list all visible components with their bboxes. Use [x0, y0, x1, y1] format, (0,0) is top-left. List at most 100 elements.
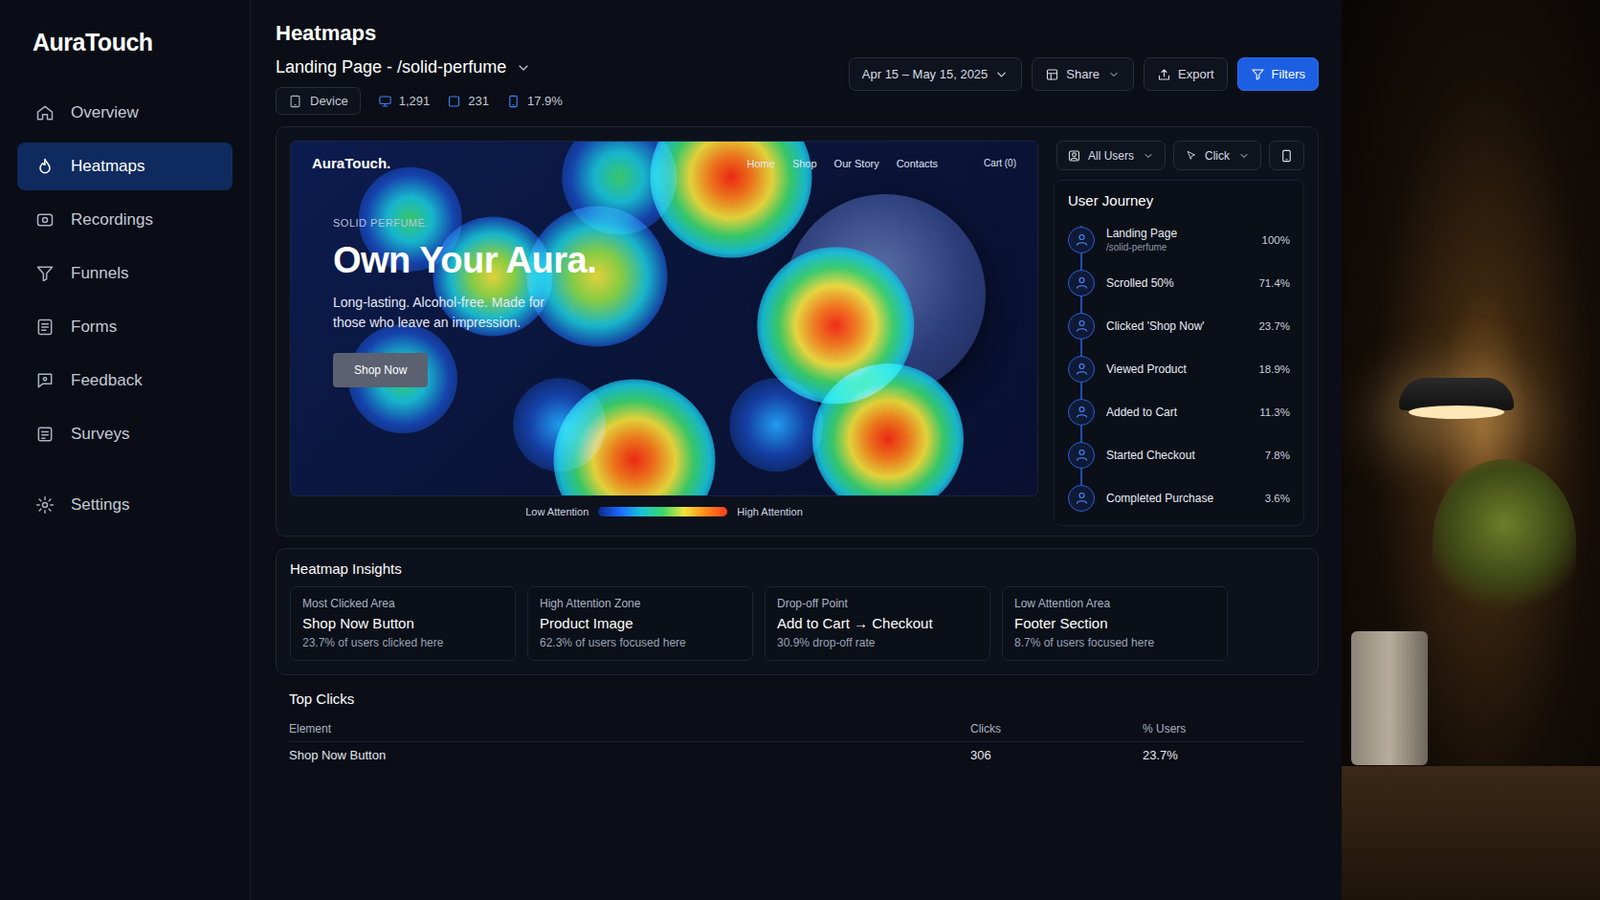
sidebar-label: Settings — [70, 495, 130, 515]
stats-row: Device1,29123117.9% — [275, 87, 563, 115]
shop-now-button[interactable]: Shop Now — [333, 353, 428, 388]
journey-step[interactable]: Scrolled 50%71.4% — [1067, 261, 1290, 305]
toolbar-left: Landing Page - /solid-perfume Device 1,291… — [275, 57, 563, 115]
segment-select[interactable]: All Users — [1056, 140, 1166, 171]
sidebar-label: Feedback — [70, 371, 143, 391]
heatmap-insights: Heatmap Insights Most Clicked AreaShop No… — [275, 548, 1319, 676]
top-clicks-title: Top Clicks — [288, 690, 1306, 708]
journey-step[interactable]: Completed Purchase3.6% — [1067, 476, 1290, 520]
step-value: 7.8% — [1265, 449, 1290, 462]
sidebar-item[interactable]: Funnels — [17, 249, 233, 298]
preview-hero: SOLID PERFUME.Own Your Aura.Long-lasting… — [290, 184, 1038, 396]
date-range[interactable]: Apr 15 – May 15, 2025 — [848, 57, 1023, 91]
mode-select[interactable]: Click — [1173, 140, 1262, 171]
sidebar-item[interactable]: Recordings — [17, 196, 233, 245]
page-select[interactable]: Landing Page - /solid-perfume — [275, 57, 563, 78]
insights-title: Heatmap Insights — [289, 560, 1305, 578]
step-text: Viewed Product — [1106, 362, 1247, 377]
step-label: Viewed Product — [1106, 362, 1247, 377]
funnel-icon — [34, 263, 56, 285]
chevron-down-icon — [515, 60, 532, 76]
share-button[interactable]: Share — [1031, 57, 1134, 91]
journey-step[interactable]: Started Checkout 7.8% — [1067, 433, 1290, 477]
journey-column: All Users Click User Journey Landing Page/s… — [1053, 140, 1305, 527]
step-value: 23.7% — [1258, 320, 1290, 333]
mobile-icon — [506, 93, 521, 109]
preview-nav-link[interactable]: Contacts — [896, 157, 938, 170]
sidebar-item[interactable]: Settings — [17, 481, 233, 530]
mode-label: Click — [1204, 149, 1230, 163]
journey-title: User Journey — [1067, 192, 1290, 209]
survey-icon — [34, 423, 56, 445]
export-label: Export — [1177, 66, 1215, 82]
preview-logo[interactable]: AuraTouch. — [311, 155, 391, 172]
preview-nav-link[interactable]: Our Story — [834, 157, 880, 170]
date-label: Apr 15 – May 15, 2025 — [862, 66, 989, 82]
preview-headline: Own Your Aura. — [333, 240, 766, 282]
flame-icon — [34, 155, 56, 178]
journey-step[interactable]: Viewed Product18.9% — [1067, 347, 1290, 391]
desktop-icon — [377, 93, 393, 109]
person-icon — [1067, 226, 1095, 254]
journey-step[interactable]: Landing Page/solid-perfume100% — [1067, 218, 1290, 262]
preview-nav-link[interactable]: Shop — [792, 157, 818, 170]
preview-cart[interactable]: Cart (0) — [983, 157, 1017, 169]
chevron-down-icon — [1236, 148, 1251, 163]
person-icon — [1067, 442, 1095, 469]
share-label: Share — [1066, 66, 1100, 82]
filters-button[interactable]: Filters — [1237, 57, 1319, 91]
step-sub: /solid-perfume — [1106, 242, 1251, 253]
sidebar-item[interactable]: Forms — [17, 303, 233, 352]
preview-nav-link[interactable]: Home — [747, 157, 776, 170]
toolbar-right: Apr 15 – May 15, 2025 Share Export Filters — [848, 57, 1319, 91]
filter-icon — [1250, 66, 1266, 82]
app-logo[interactable]: AuraTouch — [32, 28, 233, 57]
table-header: ElementClicks% Users — [288, 716, 1306, 743]
preview-nav: AuraTouch. Home Shop Our Story Contacts Cart … — [290, 141, 1038, 185]
sidebar-item[interactable]: Feedback — [17, 356, 233, 405]
export-button[interactable]: Export — [1143, 57, 1228, 91]
user-journey: User Journey Landing Page/solid-perfume10… — [1053, 179, 1305, 527]
sidebar-item[interactable]: Heatmaps — [17, 142, 233, 191]
journey-step[interactable]: Clicked 'Shop Now'23.7% — [1067, 304, 1290, 348]
page-title: Heatmaps — [275, 21, 1319, 46]
main-content: Heatmaps Landing Page - /solid-perfume Dev… — [250, 0, 1342, 900]
step-label: Started Checkout — [1106, 448, 1254, 463]
export-icon — [1156, 66, 1172, 82]
plant — [1432, 459, 1577, 623]
heatmap-controls: All Users Click — [1053, 140, 1305, 171]
step-text: Scrolled 50% — [1106, 276, 1247, 290]
insight-detail: 23.7% of users clicked here — [302, 636, 504, 650]
journey-step[interactable]: Added to Cart11.3% — [1067, 390, 1290, 434]
sidebar: AuraTouch Overview Heatmaps Recordings Funne… — [0, 0, 251, 900]
insight-caption: Low Attention Area — [1014, 597, 1216, 611]
person-icon — [1067, 399, 1095, 426]
insight-detail: 62.3% of users focused here — [539, 636, 741, 650]
pot — [1351, 631, 1428, 766]
video-icon — [34, 209, 56, 231]
insight-card: Most Clicked AreaShop Now Button23.7% of… — [289, 586, 516, 662]
stat-value: 1,291 — [399, 93, 431, 109]
table-cell: 23.7% — [1142, 748, 1306, 763]
table-row[interactable]: Shop Now Button30623.7% — [288, 742, 1306, 769]
device-filter[interactable]: Device — [275, 87, 361, 115]
step-text: Landing Page/solid-perfume — [1106, 226, 1251, 253]
sidebar-item[interactable]: Surveys — [17, 410, 233, 459]
view-toggle[interactable] — [1268, 140, 1305, 171]
share-icon — [1044, 66, 1060, 82]
users-icon — [1066, 148, 1082, 163]
sidebar-item[interactable]: Overview — [17, 88, 233, 137]
step-label: Added to Cart — [1106, 405, 1248, 420]
stat: 231 — [446, 93, 489, 109]
filters-label: Filters — [1271, 66, 1306, 82]
stat: 1,291 — [377, 93, 431, 109]
cursor-icon — [1183, 148, 1199, 163]
heat-spot — [561, 140, 677, 235]
sidebar-label: Funnels — [70, 264, 129, 284]
table-cell: 306 — [970, 748, 1143, 763]
insight-grid: Most Clicked AreaShop Now Button23.7% of… — [289, 586, 1305, 662]
page-label: Landing Page - /solid-perfume — [275, 57, 507, 78]
preview-text: SOLID PERFUME.Own Your Aura.Long-lasting… — [333, 201, 766, 388]
segment-label: All Users — [1088, 149, 1134, 163]
step-label: Scrolled 50% — [1106, 276, 1247, 290]
